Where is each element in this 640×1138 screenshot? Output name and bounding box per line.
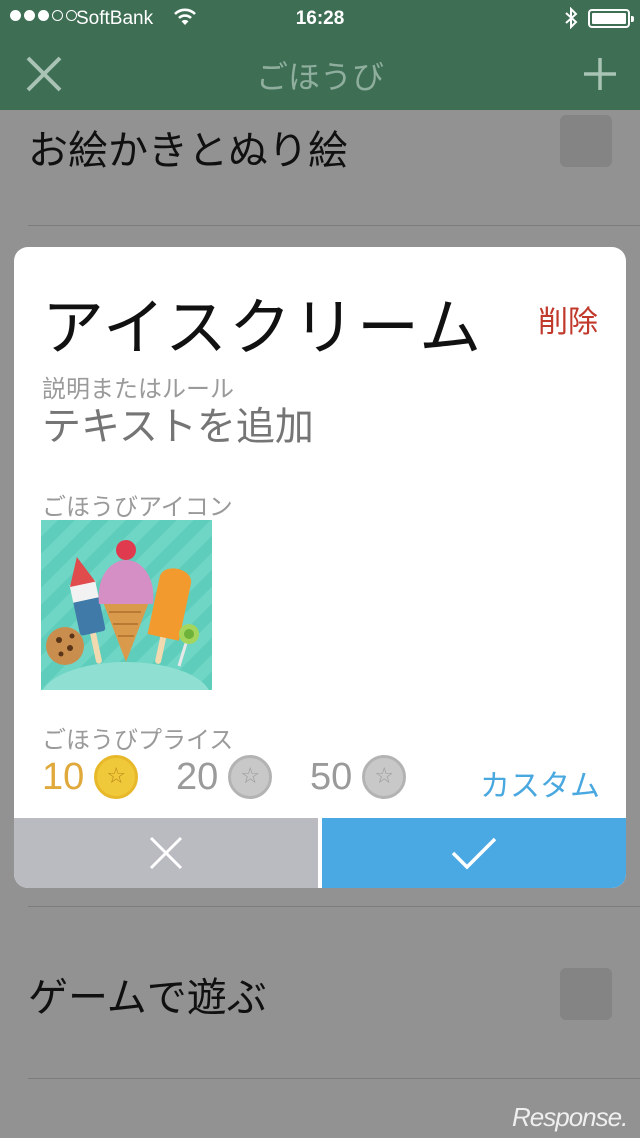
cancel-button[interactable] <box>14 818 318 888</box>
price-value: 50 <box>310 755 353 798</box>
icon-label: ごほうびアイコン <box>42 493 233 521</box>
reward-edit-dialog: アイスクリーム 削除 説明またはルール ごほうびアイコン <box>14 247 626 888</box>
star-coin-icon: ☆ <box>94 755 139 799</box>
confirm-button[interactable] <box>322 818 626 888</box>
price-option-10[interactable]: 10 ☆ <box>42 755 139 799</box>
navigation-bar: ごほうび <box>0 40 640 110</box>
delete-button[interactable]: 削除 <box>538 297 598 341</box>
plus-icon <box>584 58 616 90</box>
price-value: 10 <box>42 755 85 798</box>
custom-price-button[interactable]: カスタム <box>480 761 600 805</box>
description-label: 説明またはルール <box>42 375 234 403</box>
reward-title[interactable]: アイスクリーム <box>42 277 483 367</box>
price-value: 20 <box>176 755 219 798</box>
close-icon <box>149 836 183 870</box>
star-coin-icon: ☆ <box>228 755 273 799</box>
page-title: ごほうび <box>255 58 384 96</box>
checkmark-icon <box>451 837 497 870</box>
price-label: ごほうびプライス <box>42 726 234 754</box>
battery-icon <box>588 9 634 28</box>
ice-cream-icon[interactable] <box>41 520 212 734</box>
price-option-50[interactable]: 50 ☆ <box>310 755 407 799</box>
clock: 16:28 <box>295 8 345 29</box>
star-coin-icon: ☆ <box>362 755 407 799</box>
description-input[interactable] <box>42 405 442 450</box>
watermark-logo: Response. <box>512 1102 628 1132</box>
bluetooth-icon <box>564 6 578 34</box>
status-bar: SoftBank 16:28 <box>0 0 640 40</box>
add-button[interactable] <box>578 52 622 96</box>
price-option-20[interactable]: 20 ☆ <box>176 755 273 799</box>
